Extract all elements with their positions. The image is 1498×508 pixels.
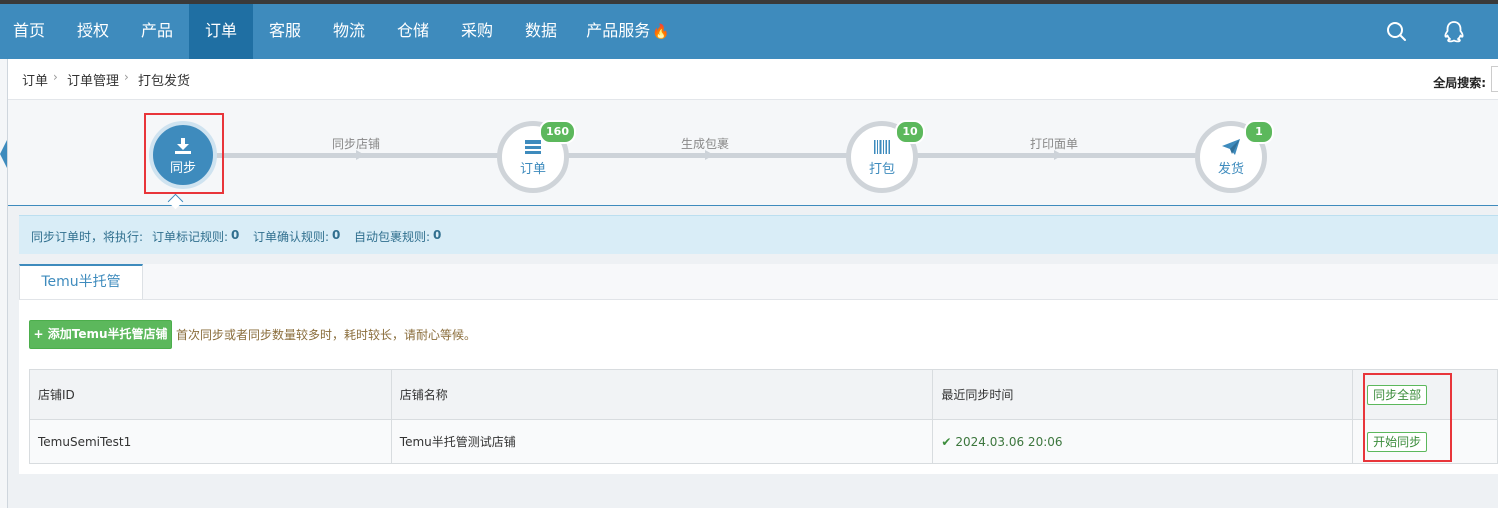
check-icon: ✔: [941, 434, 952, 449]
nav-item-product-service-label: 产品服务: [586, 21, 651, 40]
breadcrumb-order-management[interactable]: 订单管理: [67, 70, 119, 89]
nav-item-service[interactable]: 客服: [254, 4, 316, 59]
step-pack[interactable]: 打包 10: [846, 120, 925, 193]
connector-label-generate-package: 生成包裹: [680, 137, 729, 151]
pack-count-badge: 10: [895, 120, 925, 144]
step-ship-label: 发货: [1217, 162, 1244, 177]
store-id-cell: TemuSemiTest1: [29, 419, 392, 464]
nav-item-auth[interactable]: 授权: [62, 4, 124, 59]
col-header-store-id: 店铺ID: [29, 369, 392, 420]
step-orders-label: 订单: [519, 162, 546, 177]
highlight-box-sync: [144, 113, 224, 194]
info-prefix: 同步订单时，将执行:: [31, 230, 144, 244]
plus-icon: +: [33, 327, 44, 341]
last-sync-cell: ✔ 2024.03.06 20:06: [932, 419, 1354, 464]
list-icon: [525, 140, 541, 154]
sidebar-toggle[interactable]: [0, 140, 7, 168]
breadcrumb: 订单 › 订单管理 › 打包发货 全局搜索:: [8, 59, 1498, 100]
sidebar-edge: [0, 59, 8, 508]
step-ship[interactable]: 发货 1: [1195, 120, 1274, 193]
rule-mark-label[interactable]: 订单标记规则:: [152, 228, 228, 245]
rule-mark-value: 0: [231, 228, 240, 242]
store-panel: Temu半托管 + 添加Temu半托管店铺 首次同步或者同步数量较多时，耗时较长…: [19, 264, 1498, 474]
global-search-input[interactable]: [1491, 66, 1498, 92]
search-icon[interactable]: [1382, 17, 1412, 47]
fire-icon: 🔥: [652, 24, 670, 40]
highlight-box-sync-actions: [1363, 373, 1452, 462]
table-header-row: 店铺ID 店铺名称 最近同步时间 同步全部: [29, 369, 1498, 420]
table-row: TemuSemiTest1 Temu半托管测试店铺 ✔ 2024.03.06 20…: [29, 419, 1498, 464]
rule-confirm-label[interactable]: 订单确认规则:: [253, 228, 329, 245]
qq-icon[interactable]: [1439, 17, 1469, 47]
add-store-button[interactable]: + 添加Temu半托管店铺: [29, 320, 172, 349]
store-table: 店铺ID 店铺名称 最近同步时间 同步全部 TemuSemiTest1 Temu…: [29, 369, 1498, 464]
nav-item-products[interactable]: 产品: [126, 4, 188, 59]
rule-package-value: 0: [433, 228, 442, 242]
breadcrumb-pack-ship: 打包发货: [138, 74, 191, 89]
breadcrumb-orders[interactable]: 订单: [22, 70, 48, 89]
connector-label-print-label: 打印面单: [1029, 137, 1078, 151]
nav-item-logistics[interactable]: 物流: [318, 4, 380, 59]
nav-item-purchase[interactable]: 采购: [446, 4, 508, 59]
breadcrumb-separator: ›: [53, 70, 58, 84]
global-search-label: 全局搜索:: [1433, 76, 1486, 90]
nav-item-home[interactable]: 首页: [0, 4, 58, 59]
step-pack-label: 打包: [868, 162, 895, 177]
orders-count-badge: 160: [539, 120, 576, 144]
ship-count-badge: 1: [1244, 120, 1274, 144]
tab-temu-semi[interactable]: Temu半托管: [19, 264, 143, 299]
nav-item-warehouse[interactable]: 仓储: [382, 4, 444, 59]
col-header-store-name: 店铺名称: [390, 369, 934, 420]
store-name-cell: Temu半托管测试店铺: [390, 419, 934, 464]
rule-package-label[interactable]: 自动包裹规则:: [354, 228, 430, 245]
nav-item-data[interactable]: 数据: [510, 4, 572, 59]
top-nav: 首页 授权 产品 订单 客服 物流 仓储 采购 数据 产品服务 🔥: [0, 4, 1498, 59]
breadcrumb-separator: ›: [124, 70, 129, 84]
nav-item-product-service[interactable]: 产品服务 🔥: [576, 4, 680, 59]
nav-item-orders[interactable]: 订单: [189, 4, 253, 59]
paper-plane-icon: [1222, 139, 1240, 155]
sync-rules-info: 同步订单时，将执行: 订单标记规则: 0 订单确认规则: 0 自动包裹规则: 0: [19, 215, 1498, 254]
last-sync-time: 2024.03.06 20:06: [955, 434, 1063, 449]
connector-label-sync-store: 同步店铺: [331, 137, 380, 151]
step-orders[interactable]: 订单 160: [497, 120, 576, 193]
add-store-label: 添加Temu半托管店铺: [47, 327, 168, 341]
rule-confirm-value: 0: [332, 228, 341, 242]
col-header-last-sync: 最近同步时间: [932, 369, 1354, 420]
sync-hint: 首次同步或者同步数量较多时，耗时较长，请耐心等候。: [176, 328, 477, 342]
barcode-icon: [874, 140, 890, 154]
workflow-steps: 同步店铺 生成包裹 打印面单 同步 订单 160 打包 10 发货 1: [8, 100, 1498, 206]
tab-strip: Temu半托管: [19, 264, 1498, 300]
